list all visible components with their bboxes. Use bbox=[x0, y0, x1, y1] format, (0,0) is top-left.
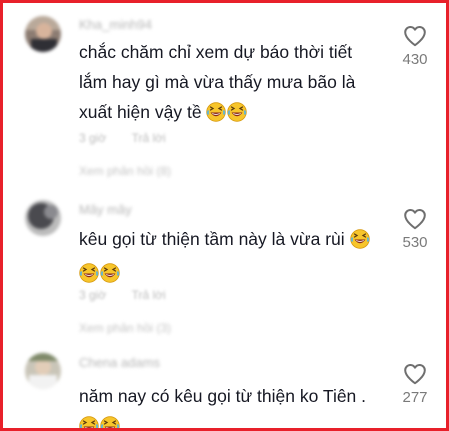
comment-username[interactable]: Mây mây bbox=[79, 202, 132, 217]
laughing-face-emoji bbox=[206, 101, 227, 131]
avatar[interactable] bbox=[25, 16, 61, 52]
avatar[interactable] bbox=[25, 353, 61, 389]
comment-text: chắc chăm chỉ xem dự báo thời tiết lắm h… bbox=[79, 37, 379, 131]
comment-text-content: kêu gọi từ thiện tầm này là vừa rùi bbox=[79, 229, 345, 249]
comment-text: năm nay có kêu gọi từ thiện ko Tiên . bbox=[79, 381, 379, 428]
reply-button[interactable]: Trả lời bbox=[132, 288, 166, 302]
comment-username[interactable]: Kha_minh94 bbox=[79, 17, 152, 32]
comment-text-content: năm nay có kêu gọi từ thiện ko Tiên . bbox=[79, 386, 367, 406]
like-control: 430 bbox=[393, 25, 437, 68]
view-replies-button[interactable]: Xem phản hồi (3) bbox=[79, 321, 171, 335]
comment-username[interactable]: Chena adams bbox=[79, 355, 160, 370]
heart-outline-icon[interactable] bbox=[403, 25, 427, 47]
comment-meta: 3 giờ Trả lời bbox=[79, 131, 166, 145]
laughing-face-emoji bbox=[227, 101, 248, 131]
like-count: 530 bbox=[402, 234, 428, 251]
reply-button[interactable]: Trả lời bbox=[132, 131, 166, 145]
comment-time: 3 giờ bbox=[79, 288, 107, 302]
laughing-face-emoji bbox=[349, 228, 370, 258]
heart-outline-icon[interactable] bbox=[403, 363, 427, 385]
like-control: 530 bbox=[393, 208, 437, 251]
like-count: 277 bbox=[402, 389, 428, 406]
view-replies-button[interactable]: Xem phản hồi (8) bbox=[79, 164, 171, 178]
like-control: 277 bbox=[393, 363, 437, 406]
laughing-face-emoji bbox=[79, 415, 99, 428]
comment-time: 3 giờ bbox=[79, 131, 107, 145]
avatar[interactable] bbox=[25, 200, 61, 236]
like-count: 430 bbox=[402, 51, 428, 68]
comment-meta: 3 giờ Trả lời bbox=[79, 288, 166, 302]
laughing-face-emoji bbox=[100, 415, 120, 428]
heart-outline-icon[interactable] bbox=[403, 208, 427, 230]
comment-section: Kha_minh94 chắc chăm chỉ xem dự báo thời… bbox=[0, 0, 449, 431]
comment-text: kêu gọi từ thiện tầm này là vừa rùi bbox=[79, 224, 379, 292]
